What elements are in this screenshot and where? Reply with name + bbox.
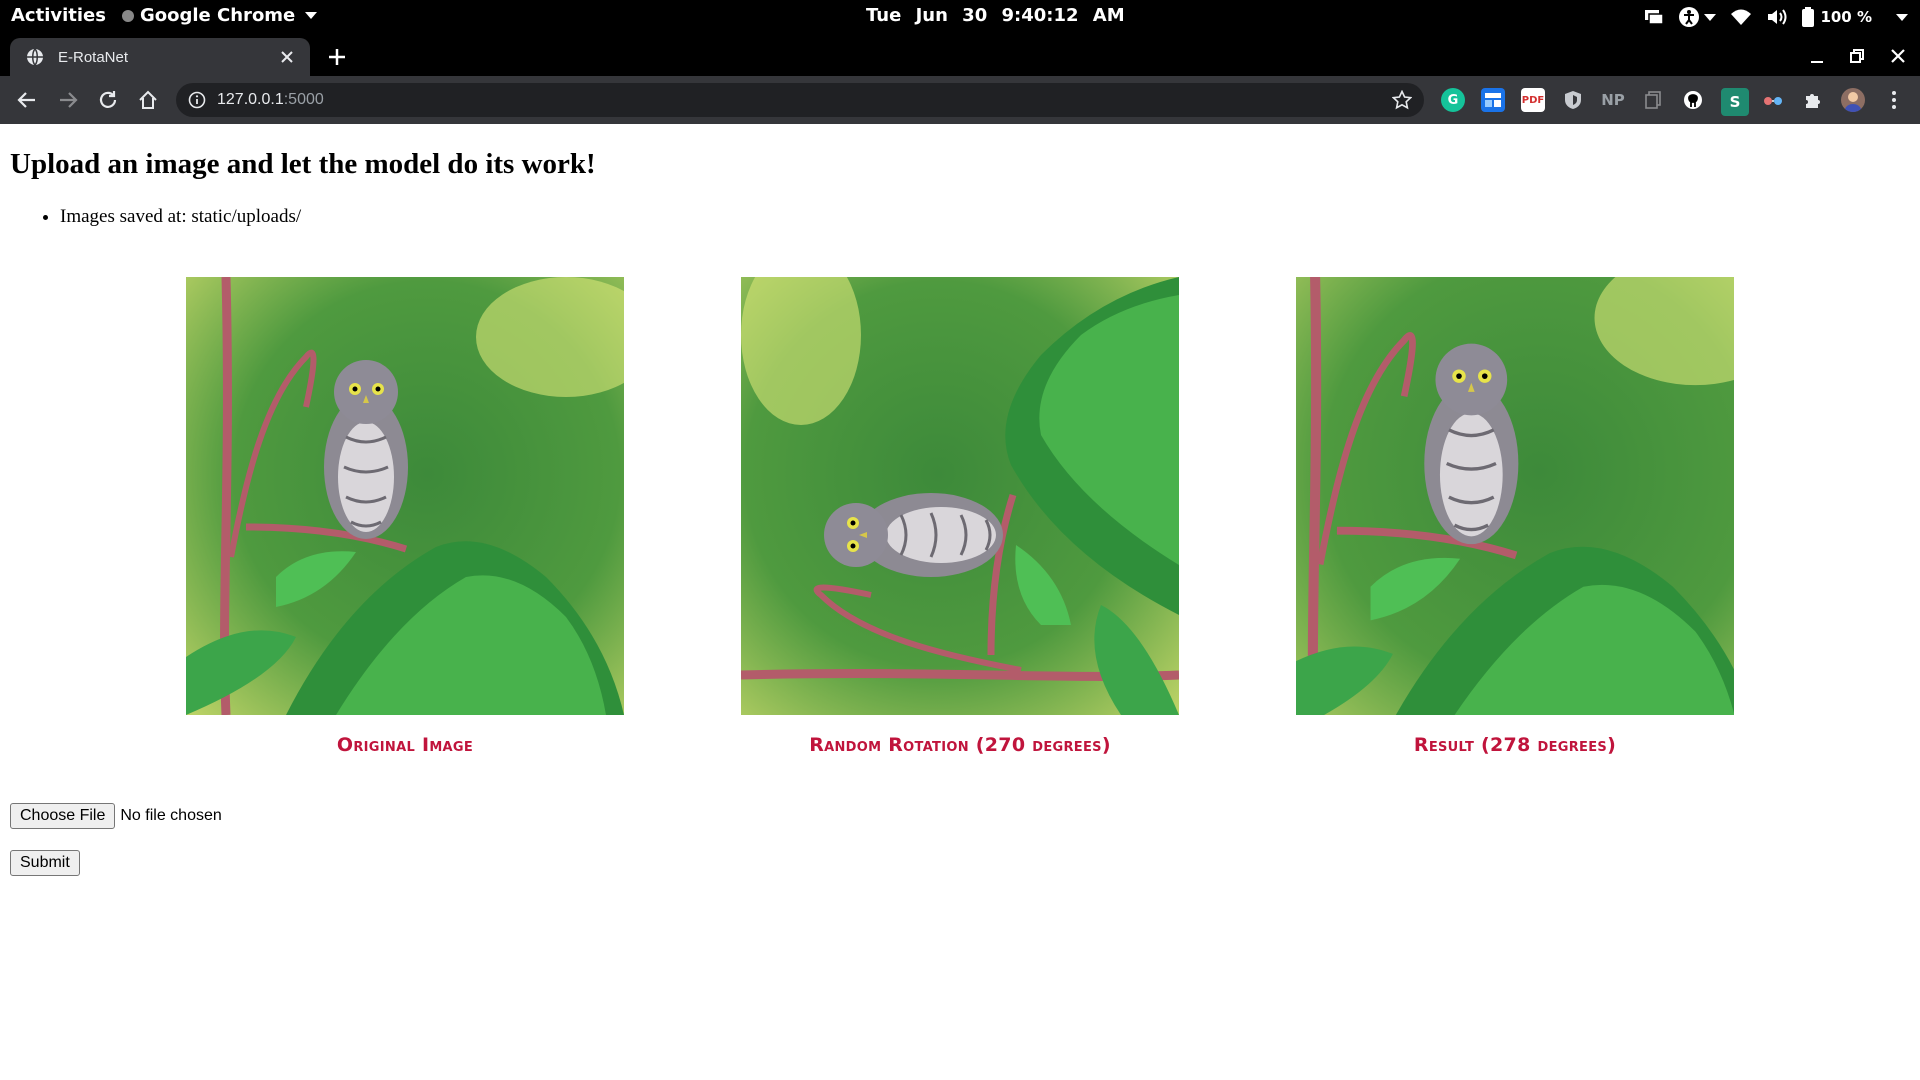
wifi-icon[interactable] [1730, 8, 1752, 26]
figure-caption: Original Image [336, 734, 474, 756]
file-status: No file chosen [120, 807, 222, 824]
grammarly-icon[interactable]: G [1441, 88, 1465, 112]
tab-strip: E-RotaNet [0, 34, 1920, 76]
pdf-icon[interactable]: PDF [1521, 88, 1545, 112]
tab-title: E-RotaNet [58, 48, 129, 66]
rotated-image [741, 277, 1179, 715]
tab-manager-icon[interactable] [1481, 88, 1505, 112]
chevron-down-icon [305, 12, 318, 19]
url-port: :5000 [283, 91, 324, 108]
menu-kebab-icon[interactable] [1882, 88, 1906, 112]
np-extension[interactable]: NP [1601, 88, 1625, 112]
original-image [186, 277, 624, 715]
submit-button[interactable]: Submit [10, 850, 80, 876]
address-bar[interactable]: 127.0.0.1:5000 [176, 83, 1424, 117]
display-icon[interactable] [1644, 8, 1665, 26]
chevron-down-icon [1704, 13, 1717, 21]
volume-icon[interactable] [1766, 7, 1788, 27]
app-menu[interactable]: Google Chrome [122, 5, 318, 26]
s-extension[interactable]: S [1721, 88, 1749, 116]
rotated-image-figure: Random Rotation (270 degrees) [741, 277, 1179, 756]
globe-icon [27, 48, 43, 66]
page-title: Upload an image and let the model do its… [10, 148, 596, 180]
profile-avatar[interactable] [1841, 88, 1865, 112]
info-icon[interactable] [188, 91, 206, 109]
new-tab-icon[interactable] [325, 45, 349, 69]
battery-percentage[interactable]: 100 % [1820, 8, 1872, 26]
forward-icon[interactable] [56, 88, 80, 112]
reload-icon[interactable] [96, 88, 120, 112]
notes-list: Images saved at: static/uploads/ [28, 206, 301, 228]
minimize-icon[interactable] [1805, 44, 1829, 68]
shield-icon[interactable] [1561, 88, 1585, 112]
chrome-app-icon [122, 9, 134, 22]
back-icon[interactable] [15, 88, 39, 112]
puzzle-icon[interactable] [1801, 88, 1825, 112]
url-text[interactable]: 127.0.0.1:5000 [217, 91, 324, 109]
github-icon[interactable] [1681, 88, 1705, 112]
copy-icon[interactable] [1641, 88, 1665, 112]
browser-tab[interactable]: E-RotaNet [10, 38, 310, 76]
choose-file-button[interactable]: Choose File [10, 803, 116, 829]
url-host: 127.0.0.1 [217, 91, 284, 108]
chevron-down-icon[interactable] [1896, 13, 1908, 21]
system-top-bar: Activities Google Chrome Tue Jun 30 9:40… [0, 0, 1920, 34]
glasses-icon[interactable] [1761, 88, 1785, 112]
original-image-figure: Original Image [186, 277, 624, 756]
figure-caption: Random Rotation (270 degrees) [809, 734, 1111, 756]
close-window-icon[interactable] [1886, 44, 1910, 68]
maximize-icon[interactable] [1845, 44, 1869, 68]
page-content: Upload an image and let the model do its… [0, 124, 1920, 1080]
figure-caption: Result (278 degrees) [1413, 734, 1617, 756]
close-tab-icon[interactable] [276, 46, 298, 68]
home-icon[interactable] [136, 88, 160, 112]
app-menu-label: Google Chrome [140, 5, 296, 26]
activities-button[interactable]: Activities [11, 5, 106, 26]
clock[interactable]: Tue Jun 30 9:40:12 AM [866, 5, 1125, 26]
result-image [1296, 277, 1734, 715]
system-tray[interactable]: 100 % [1644, 0, 1920, 34]
result-image-figure: Result (278 degrees) [1296, 277, 1734, 756]
browser-toolbar: 127.0.0.1:5000 G PDF NP S [0, 76, 1920, 124]
battery-icon[interactable] [1802, 7, 1815, 27]
list-item: Images saved at: static/uploads/ [60, 206, 301, 228]
accessibility-icon[interactable] [1678, 6, 1717, 28]
bookmark-star-icon[interactable] [1392, 90, 1412, 110]
file-input[interactable]: Choose File No file chosen [10, 803, 222, 829]
